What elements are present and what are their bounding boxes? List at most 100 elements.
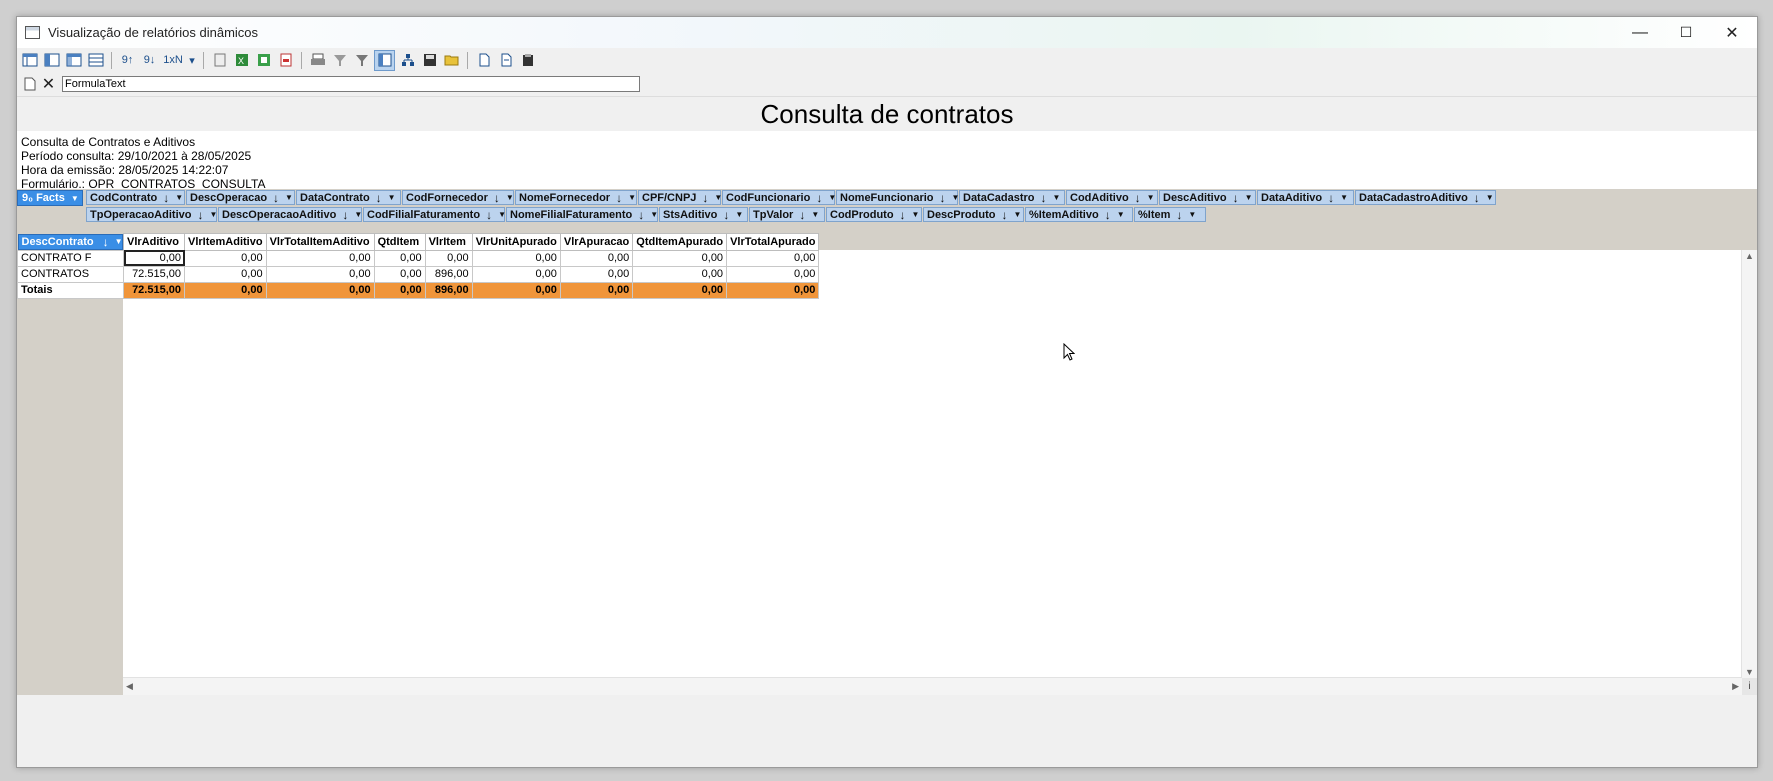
pivot-field-chip[interactable]: CodProduto ↓ ▼: [826, 207, 922, 222]
new-document-icon[interactable]: [20, 75, 39, 94]
sort-arrow-icon[interactable]: ↓: [494, 191, 500, 205]
pivot-toggle-icon[interactable]: [374, 49, 395, 71]
pivot-field-chip[interactable]: CodContrato ↓ ▼: [86, 190, 185, 205]
value-cell[interactable]: 0,00: [632, 265, 728, 283]
value-cell[interactable]: 0,00: [471, 265, 561, 283]
pivot-field-chip[interactable]: CodFilialFaturamento ↓ ▼: [363, 207, 506, 222]
pivot-field-chip[interactable]: DescProduto ↓ ▼: [923, 207, 1024, 222]
row-label[interactable]: Totais: [17, 281, 124, 299]
filter-clear-icon[interactable]: [352, 51, 371, 70]
scroll-right-icon[interactable]: ▶: [1732, 681, 1739, 692]
sort-arrow-icon[interactable]: ↓: [816, 191, 822, 205]
scroll-down-icon[interactable]: ▼: [1745, 667, 1754, 677]
row-field-button[interactable]: DescContrato ↓ ▼: [17, 233, 123, 250]
sort-arrow-icon[interactable]: ↓: [723, 208, 729, 222]
pivot-field-chip[interactable]: TpOperacaoAditivo ↓ ▼: [86, 207, 217, 222]
title-bar[interactable]: Visualização de relatórios dinâmicos — ☐…: [17, 17, 1757, 48]
pivot-field-chip[interactable]: CPF/CNPJ ↓ ▼: [638, 190, 722, 205]
pivot-field-chip[interactable]: DescOperacao ↓ ▼: [186, 190, 295, 205]
value-cell[interactable]: 0,00: [184, 265, 267, 283]
pivot-field-chip[interactable]: DataCadastro ↓ ▼: [959, 190, 1065, 205]
pivot-field-chip[interactable]: CodFuncionario ↓ ▼: [722, 190, 836, 205]
value-cell[interactable]: 0,00: [265, 249, 375, 267]
scroll-up-icon[interactable]: ▲: [1745, 251, 1754, 261]
pivot-field-chip[interactable]: NomeFornecedor ↓ ▼: [515, 190, 637, 205]
pivot-field-chip[interactable]: %Item ↓ ▼: [1134, 207, 1206, 222]
sort-arrow-icon[interactable]: ↓: [1001, 208, 1007, 222]
value-cell[interactable]: 0,00: [632, 249, 728, 267]
sort-arrow-icon[interactable]: ↓: [799, 208, 805, 222]
chevron-down-icon[interactable]: ▼: [285, 193, 293, 202]
chevron-down-icon[interactable]: ▼: [650, 210, 658, 219]
chevron-down-icon[interactable]: ▼: [1188, 210, 1196, 219]
pivot-field-chip[interactable]: %ItemAditivo ↓ ▼: [1025, 207, 1133, 222]
sort-arrow-icon[interactable]: ↓: [702, 191, 708, 205]
chevron-down-icon[interactable]: ▾: [187, 51, 197, 70]
column-header[interactable]: VlrUnitApurado: [471, 233, 561, 251]
column-header[interactable]: QtdItem: [373, 233, 426, 251]
filter-icon[interactable]: [330, 51, 349, 70]
value-cell[interactable]: 0,00: [184, 281, 267, 299]
open-folder-icon[interactable]: [442, 51, 461, 70]
vertical-scrollbar[interactable]: ▲ ▼: [1741, 250, 1757, 678]
page-2-icon[interactable]: [496, 51, 515, 70]
row-label[interactable]: CONTRATO F: [17, 249, 124, 267]
value-cell[interactable]: 0,00: [265, 265, 375, 283]
clipboard-icon[interactable]: [518, 51, 537, 70]
sort-numeric-icon[interactable]: 9↑: [118, 51, 137, 70]
column-header[interactable]: VlrItem: [424, 233, 473, 251]
pivot-field-chip[interactable]: DescAditivo ↓ ▼: [1159, 190, 1256, 205]
info-button[interactable]: i: [1742, 678, 1757, 695]
horizontal-scrollbar[interactable]: ◀ ▶: [123, 677, 1742, 695]
sort-arrow-icon[interactable]: ↓: [1041, 191, 1047, 205]
value-cell[interactable]: 0,00: [184, 249, 267, 267]
pdf-export-icon[interactable]: [276, 51, 295, 70]
column-header[interactable]: VlrTotalApurado: [726, 233, 820, 251]
sort-arrow-icon[interactable]: ↓: [1176, 208, 1182, 222]
value-cell[interactable]: 0,00: [424, 249, 473, 267]
value-cell[interactable]: 896,00: [424, 281, 473, 299]
sort-arrow-icon[interactable]: ↓: [273, 191, 279, 205]
value-cell[interactable]: 896,00: [424, 265, 473, 283]
chevron-down-icon[interactable]: ▼: [498, 210, 506, 219]
column-header[interactable]: VlrTotalItemAditivo: [265, 233, 375, 251]
sort-arrow-icon[interactable]: ↓: [940, 191, 946, 205]
export-icon[interactable]: [210, 51, 229, 70]
sort-arrow-icon[interactable]: ↓: [1135, 191, 1141, 205]
minimize-button[interactable]: —: [1617, 17, 1663, 48]
chevron-down-icon[interactable]: ▼: [1147, 193, 1155, 202]
layout-3-icon[interactable]: [64, 51, 83, 70]
sort-arrow-icon[interactable]: ↓: [1474, 191, 1480, 205]
close-button[interactable]: ✕: [1709, 17, 1755, 48]
sort-arrow-icon[interactable]: ↓: [1328, 191, 1334, 205]
layout-2-icon[interactable]: [42, 51, 61, 70]
value-cell[interactable]: 0,00: [726, 249, 820, 267]
pivot-field-chip[interactable]: TpValor ↓ ▼: [749, 207, 825, 222]
chevron-down-icon[interactable]: ▼: [209, 210, 217, 219]
sort-arrow-icon[interactable]: ↓: [1233, 191, 1239, 205]
chevron-down-icon[interactable]: ▼: [175, 193, 183, 202]
chevron-down-icon[interactable]: ▼: [811, 210, 819, 219]
excel-export-icon[interactable]: X: [232, 51, 251, 70]
chevron-down-icon[interactable]: ▼: [1117, 210, 1125, 219]
chevron-down-icon[interactable]: ▼: [1340, 193, 1348, 202]
chevron-down-icon[interactable]: ▼: [912, 210, 920, 219]
multiply-n-icon[interactable]: 1xN: [162, 51, 184, 70]
sort-arrow-icon[interactable]: ↓: [900, 208, 906, 222]
chevron-down-icon[interactable]: ▼: [735, 210, 743, 219]
sort-numeric-desc-icon[interactable]: 9↓: [140, 51, 159, 70]
sort-arrow-icon[interactable]: ↓: [197, 208, 203, 222]
chevron-down-icon[interactable]: ▼: [628, 193, 636, 202]
pivot-field-chip[interactable]: StsAditivo ↓ ▼: [659, 207, 748, 222]
pivot-field-chip[interactable]: CodFornecedor ↓ ▼: [402, 190, 514, 205]
value-cell[interactable]: 72.515,00: [123, 265, 185, 283]
layout-1-icon[interactable]: [20, 51, 39, 70]
value-cell[interactable]: 0,00: [373, 249, 426, 267]
pivot-field-chip[interactable]: DescOperacaoAditivo ↓ ▼: [218, 207, 362, 222]
value-cell[interactable]: 0,00: [373, 265, 426, 283]
sort-arrow-icon[interactable]: ↓: [376, 191, 382, 205]
sort-arrow-icon[interactable]: ↓: [616, 191, 622, 205]
value-cell[interactable]: 0,00: [373, 281, 426, 299]
pivot-field-chip[interactable]: DataCadastroAditivo ↓ ▼: [1355, 190, 1496, 205]
value-cell[interactable]: 0,00: [559, 265, 634, 283]
